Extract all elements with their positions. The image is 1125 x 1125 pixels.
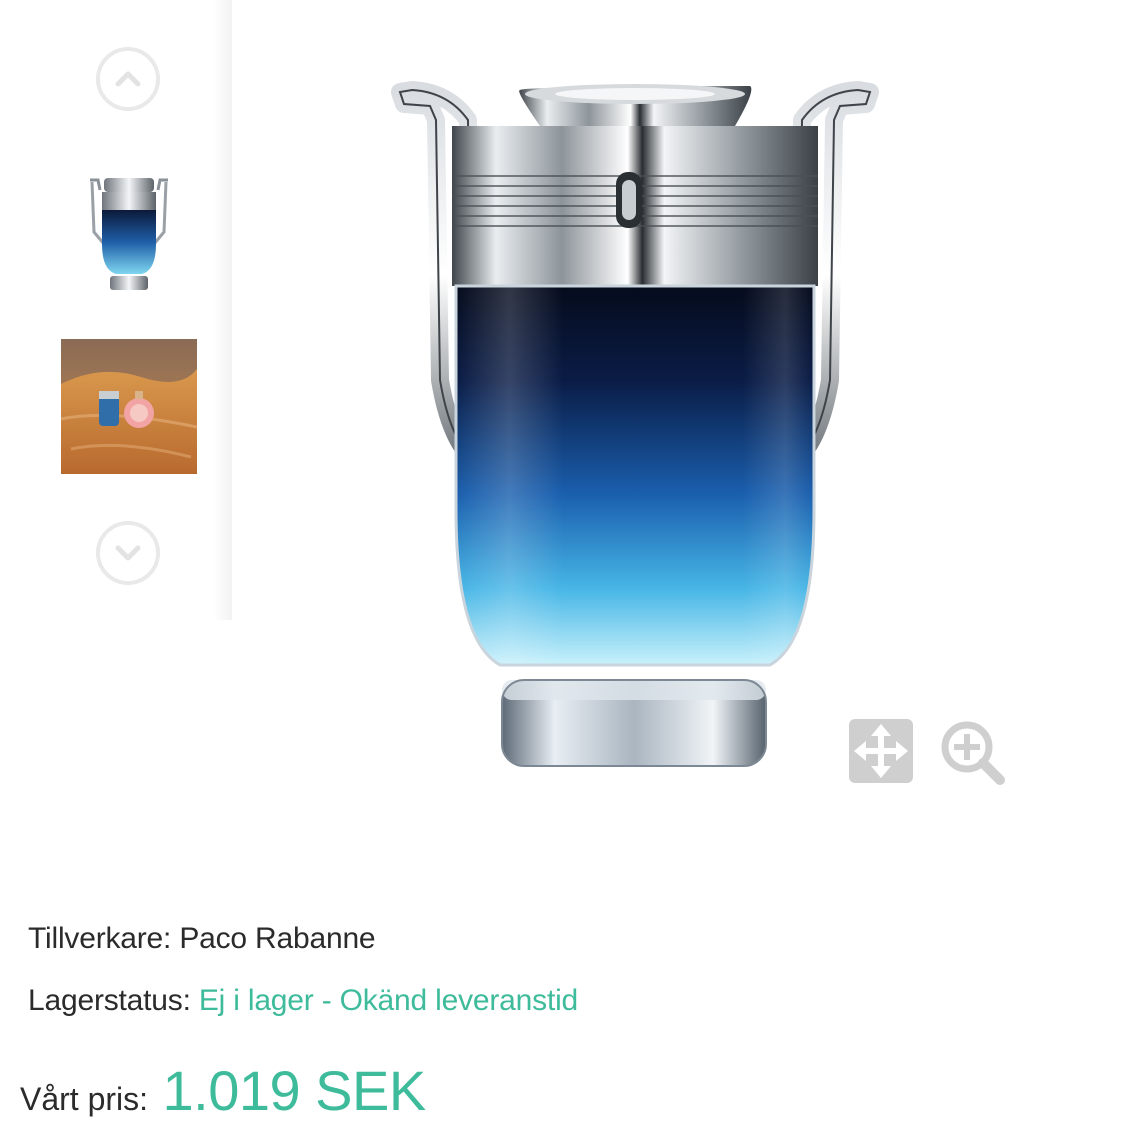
move-view-button[interactable] [848,718,914,784]
desert-scene-thumbnail-image [61,339,197,474]
chevron-up-icon [115,71,141,87]
zoom-in-button[interactable] [938,718,1005,785]
price-value: 1.019 SEK [162,1059,426,1122]
manufacturer-value: Paco Rabanne [179,922,376,955]
stock-status-value: Ej i lager - Okänd leveranstid [198,984,579,1017]
zoom-in-magnifier-icon [941,721,1005,785]
perfume-bottle-thumbnail-image [90,178,168,290]
stock-status-row: Lagerstatus: Ej i lager - Okänd leverans… [28,984,578,1018]
manufacturer-label: Tillverkare: [28,922,172,955]
chevron-down-icon [115,545,141,561]
main-product-image[interactable] [390,80,880,780]
price-label: Vårt pris: [20,1081,149,1117]
move-arrows-icon [849,719,913,783]
manufacturer-row: Tillverkare: Paco Rabanne [28,922,376,956]
thumbnails-scroll-up-button[interactable] [96,47,160,111]
thumbnail-desert-scene[interactable] [61,339,197,474]
price-row: Vårt pris: 1.019 SEK [20,1058,426,1123]
stock-status-label: Lagerstatus: [28,984,191,1017]
thumbnails-scroll-down-button[interactable] [96,521,160,585]
thumbnail-rail [0,0,232,620]
trophy-perfume-bottle-image [391,81,879,767]
thumbnail-bottle[interactable] [84,172,174,297]
